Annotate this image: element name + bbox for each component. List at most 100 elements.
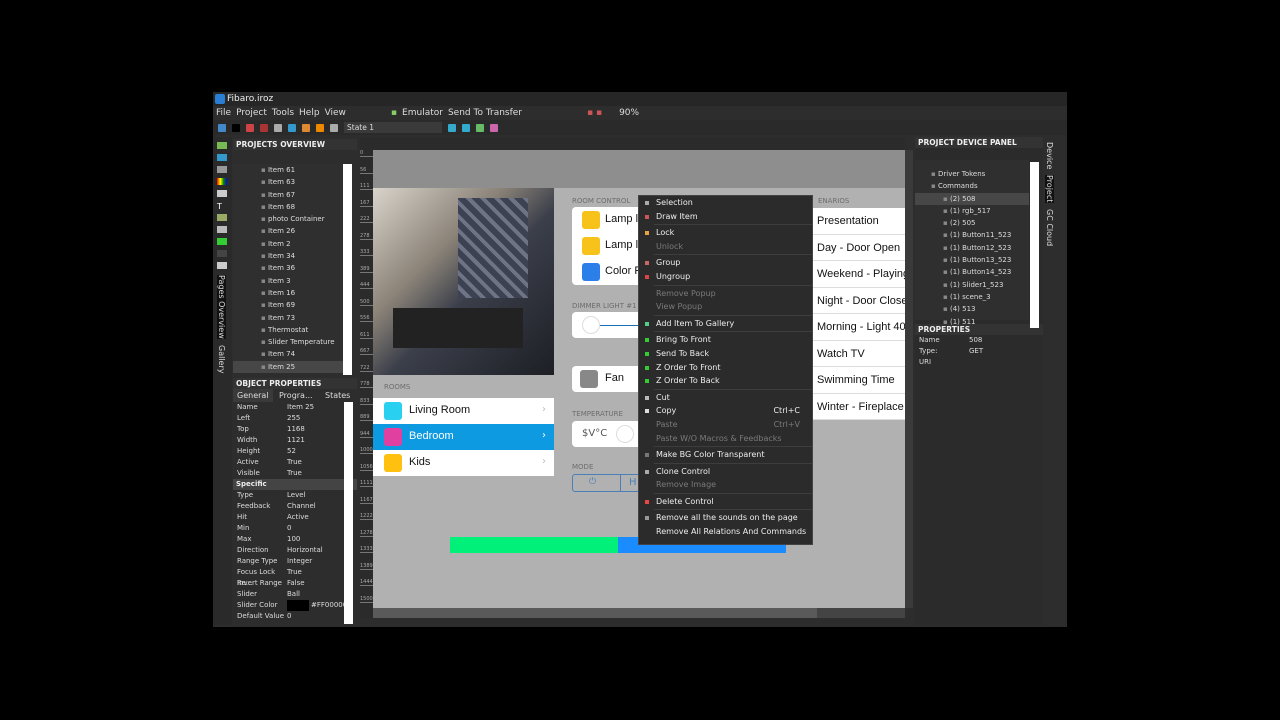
tree-item[interactable]: Item 25 — [233, 360, 347, 374]
link-icon[interactable] — [330, 123, 338, 132]
back-icon[interactable] — [218, 123, 226, 132]
power-mode-button[interactable]: ⏻ — [589, 477, 596, 487]
list-icon[interactable] — [217, 262, 227, 269]
tree-item[interactable]: Item 67 — [233, 189, 347, 201]
property-value[interactable]: Channel — [287, 501, 316, 512]
slider-icon[interactable] — [217, 238, 227, 245]
pointer-icon[interactable] — [232, 123, 240, 132]
device-tree-item[interactable]: Driver Tokens — [915, 168, 1029, 180]
property-row[interactable]: Invert Range False — [233, 578, 357, 589]
scenario-item[interactable]: Swimming Time — [813, 367, 905, 394]
pages-overview-tab[interactable]: Pages Overview — [217, 275, 226, 339]
property-value[interactable]: 1168 — [287, 424, 305, 435]
property-value[interactable]: False — [287, 578, 305, 589]
slider-knob[interactable] — [582, 316, 600, 334]
tab-general[interactable]: General — [233, 389, 273, 402]
property-row[interactable]: Slider Ball — [233, 589, 357, 600]
property-value[interactable]: 0 — [287, 611, 291, 622]
properties-scrollbar[interactable] — [344, 402, 353, 624]
context-menu-item[interactable]: Clone Control — [639, 465, 812, 479]
power-icon[interactable] — [217, 166, 227, 173]
menu-file[interactable]: File — [216, 106, 231, 120]
tree-item[interactable]: Item 74 — [233, 348, 347, 360]
property-row[interactable]: Min 0 — [233, 523, 357, 534]
tree-item[interactable]: Item 68 — [233, 201, 347, 213]
context-menu-item[interactable]: Cut — [639, 391, 812, 405]
context-menu-item[interactable]: Make BG Color Transparent — [639, 448, 812, 462]
level-slider-fill[interactable] — [450, 537, 618, 553]
heat-mode-button[interactable]: H — [629, 477, 637, 488]
context-menu-item[interactable]: Add Item To Gallery — [639, 317, 812, 331]
context-menu-item[interactable]: Unlock — [639, 240, 812, 254]
next-state-icon[interactable] — [462, 123, 470, 132]
image-icon[interactable] — [316, 123, 324, 132]
context-menu-item[interactable]: Z Order To Back — [639, 374, 812, 388]
property-row[interactable]: Name 508 — [915, 335, 1037, 346]
tree-item[interactable]: Item 3 — [233, 275, 347, 287]
property-row[interactable]: Default Value 0 — [233, 611, 357, 622]
property-value[interactable]: True — [287, 567, 302, 578]
tab-project[interactable]: Project — [1045, 175, 1054, 203]
zoom-level[interactable]: 90% — [619, 106, 679, 120]
property-row[interactable]: Left 255 — [233, 413, 357, 424]
property-value[interactable]: Ball — [287, 589, 300, 600]
property-row[interactable]: Direction Horizontal — [233, 545, 357, 556]
room-living-room[interactable]: Living Room › — [373, 398, 554, 424]
property-row[interactable]: Width 1121 — [233, 435, 357, 446]
emulator-button[interactable]: Emulator — [402, 106, 443, 120]
tree-item[interactable]: Item 16 — [233, 287, 347, 299]
context-menu-item[interactable]: Remove all the sounds on the page — [639, 511, 812, 525]
room-bedroom[interactable]: Bedroom › — [373, 424, 554, 450]
property-row[interactable]: Top 1168 — [233, 424, 357, 435]
property-value[interactable]: 508 — [969, 335, 982, 346]
scenario-item[interactable]: Presentation — [813, 208, 905, 235]
gallery-tab[interactable]: Gallery — [217, 345, 226, 374]
scenario-item[interactable]: Morning - Light 40 — [813, 314, 905, 341]
context-menu-item[interactable]: Remove All Relations And Commands — [639, 525, 812, 539]
property-value[interactable]: 100 — [287, 534, 300, 545]
scenario-item[interactable]: Day - Door Open — [813, 235, 905, 261]
property-value[interactable]: True — [287, 457, 302, 468]
context-menu-item[interactable]: Remove Image — [639, 478, 812, 492]
property-row[interactable]: Type: GET — [915, 346, 1037, 357]
device-tree-item[interactable]: (1) Button11_523 — [915, 229, 1029, 241]
context-menu-item[interactable]: View Popup — [639, 300, 812, 314]
device-tree-item[interactable]: (1) Button12_523 — [915, 242, 1029, 254]
context-menu-item[interactable]: Z Order To Front — [639, 361, 812, 375]
property-row[interactable]: Type Level — [233, 490, 357, 501]
grid-icon[interactable] — [217, 226, 227, 233]
tree-item[interactable]: Item 34 — [233, 250, 347, 262]
property-value[interactable]: 255 — [287, 413, 300, 424]
canvas-horizontal-scrollbar[interactable] — [373, 608, 905, 618]
context-menu-item[interactable]: Send To Back — [639, 347, 812, 361]
property-value[interactable]: Item 25 — [287, 402, 314, 413]
context-menu-item[interactable]: Ungroup — [639, 270, 812, 284]
property-value[interactable]: 52 — [287, 446, 296, 457]
tree-item[interactable]: Item 63 — [233, 176, 347, 188]
tab-device[interactable]: Device — [1045, 142, 1054, 169]
menu-view[interactable]: View — [325, 106, 346, 120]
layer-icon[interactable] — [288, 123, 296, 132]
list-icon[interactable] — [274, 123, 282, 132]
tree-item[interactable]: Item 61 — [233, 164, 347, 176]
device-tree-item[interactable]: Commands — [915, 180, 1029, 192]
property-row[interactable]: Feedback Channel — [233, 501, 357, 512]
tree-item[interactable]: Item 2 — [233, 238, 347, 250]
room-kids[interactable]: Kids › — [373, 450, 554, 476]
property-row[interactable]: Focus Lock Re... True — [233, 567, 357, 587]
tree-item[interactable]: Item 73 — [233, 312, 347, 324]
image-icon[interactable] — [217, 214, 227, 221]
device-icon[interactable] — [217, 154, 227, 161]
property-value[interactable]: #FF00000 — [287, 600, 347, 611]
tree-item[interactable]: Item 36 — [233, 262, 347, 274]
device-tree-item[interactable]: (1) Slider1_523 — [915, 279, 1029, 291]
tree-item[interactable]: Thermostat — [233, 324, 347, 336]
context-menu-item[interactable]: Paste Ctrl+V — [639, 418, 812, 432]
device-tree-item[interactable]: (1) Button14_523 — [915, 266, 1029, 278]
property-value[interactable]: Horizontal — [287, 545, 323, 556]
device-tree-item[interactable]: (4) 513 — [915, 303, 1029, 315]
misc-icon[interactable] — [217, 250, 227, 257]
scenario-item[interactable]: Weekend - Playing — [813, 261, 905, 288]
property-value[interactable]: 1121 — [287, 435, 305, 446]
property-value[interactable]: Active — [287, 512, 309, 523]
